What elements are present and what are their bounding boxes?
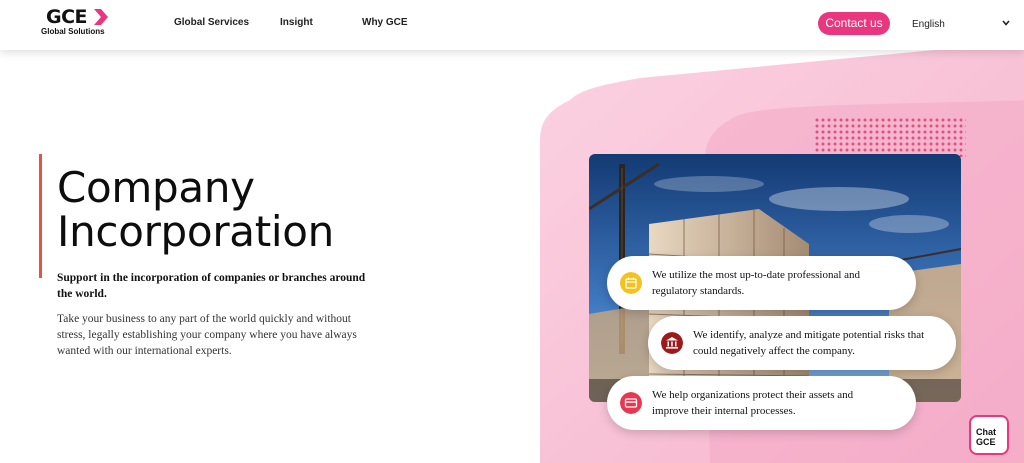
calendar-icon	[620, 272, 642, 294]
dot-pattern	[814, 117, 966, 157]
feature-text-line-2: could negatively affect the company.	[693, 345, 855, 357]
site-header: GCE Global Solutions Global Services Ins…	[0, 0, 1024, 50]
feature-text: We identify, analyze and mitigate potent…	[693, 327, 924, 359]
accent-bar	[39, 154, 42, 278]
nav-why-gce[interactable]: Why GCE	[362, 17, 408, 28]
feature-text-line-1: We help organizations protect their asse…	[652, 389, 854, 401]
logo-text: GCE	[46, 6, 88, 28]
bank-icon	[661, 332, 683, 354]
nav-insight[interactable]: Insight	[280, 17, 313, 28]
page-title: Company Incorporation	[57, 166, 387, 254]
feature-text-line-1: We utilize the most up-to-date professio…	[652, 269, 861, 281]
chevron-down-icon[interactable]	[1001, 18, 1011, 28]
feature-text-line-2: regulatory standards.	[652, 285, 745, 297]
feature-text: We utilize the most up-to-date professio…	[652, 267, 860, 299]
language-selector[interactable]: English	[912, 19, 945, 30]
card-icon	[620, 392, 642, 414]
chat-label-line-1: Chat	[976, 427, 996, 437]
title-line-2: Incorporation	[57, 207, 334, 256]
logo-subtitle: Global Solutions	[41, 27, 105, 36]
hero-subtitle: Support in the incorporation of companie…	[57, 272, 366, 300]
chat-label-line-2: GCE	[976, 437, 996, 447]
feature-card-standards: We utilize the most up-to-date professio…	[607, 256, 916, 310]
feature-text-line-1: We identify, analyze and mitigate potent…	[693, 329, 925, 341]
gce-logo[interactable]: GCE Global Solutions	[40, 6, 112, 38]
feature-text-line-2: improve their internal processes.	[652, 405, 796, 417]
hero-description: Take your business to any part of the wo…	[57, 313, 357, 357]
logo-arrow-icon	[94, 9, 108, 25]
feature-card-assets: We help organizations protect their asse…	[607, 376, 916, 430]
feature-card-risks: We identify, analyze and mitigate potent…	[648, 316, 956, 370]
feature-text: We help organizations protect their asse…	[652, 387, 853, 419]
chat-button[interactable]: Chat GCE	[969, 415, 1009, 455]
nav-global-services[interactable]: Global Services	[174, 17, 249, 28]
contact-us-button[interactable]: Contact us	[818, 12, 890, 35]
title-line-1: Company	[57, 163, 255, 212]
